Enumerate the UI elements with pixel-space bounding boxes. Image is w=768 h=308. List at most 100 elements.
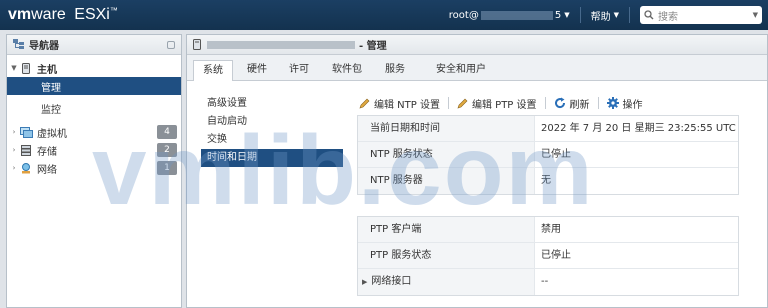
chevron-down-icon[interactable]: ▼ [753,11,758,19]
navigator-icon [13,39,24,49]
tab-license[interactable]: 许可 [281,60,317,81]
tab-system-label: 系统 [203,65,223,76]
help-menu[interactable]: 帮助 ▼ [591,8,619,23]
table-row: PTP 客户端 禁用 [358,217,738,243]
tab-hardware[interactable]: 硬件 [237,60,277,81]
table-row: 当前日期和时间 2022 年 7 月 20 日 星期三 23:25:55 UTC [358,116,738,142]
nav-vms-label: 虚拟机 [37,128,67,140]
navigator-header: 导航器 [7,35,181,55]
pencil-icon [457,98,468,108]
search-placeholder: 搜索 [658,11,678,23]
expand-caret-icon[interactable]: › [9,128,19,136]
host-name-redacted [207,40,355,49]
tab-security-users[interactable]: 安全和用户 [423,60,499,81]
nav-item-manage[interactable]: 管理 [7,77,181,95]
expand-caret-icon[interactable]: ▶ [362,278,367,286]
gear-icon [606,97,619,109]
divider [597,97,599,109]
nav-item-network[interactable]: › 网络 1 [7,159,181,177]
nav-item-monitor[interactable]: 监控 [7,99,181,117]
tab-bar: 系统 硬件 许可 软件包 服务 安全和用户 [187,55,767,81]
subnav-autostart[interactable]: 自动启动 [201,113,343,131]
row-value: 无 [534,168,738,194]
ntp-info-table: 当前日期和时间 2022 年 7 月 20 日 星期三 23:25:55 UTC … [357,115,739,195]
expand-caret-icon[interactable]: › [9,164,19,172]
chevron-down-icon: ▼ [613,11,619,19]
row-value: -- [534,269,738,295]
product-name: ESXi [74,6,110,23]
table-row: NTP 服务状态 已停止 [358,142,738,168]
page-title: - 管理 [359,41,387,52]
edit-ptp-label: 编辑 PTP 设置 [471,99,537,111]
nav-manage-label: 管理 [41,82,61,94]
subnav-swap[interactable]: 交换 [201,131,343,149]
row-key: NTP 服务器 [358,168,534,194]
nav-item-storage[interactable]: › 存储 2 [7,141,181,159]
toolbar: 编辑 NTP 设置 编辑 PTP 设置 刷新 操作 [359,95,643,111]
nav-host-label: 主机 [37,64,57,76]
tab-security-users-label: 安全和用户 [436,64,486,75]
nav-monitor-label: 监控 [41,104,61,116]
divider [544,97,546,109]
nav-item-vms[interactable]: › 虚拟机 4 [7,123,181,141]
row-value: 已停止 [534,142,738,167]
storage-icon [19,144,33,156]
pin-icon[interactable] [167,40,175,49]
storage-count-badge: 2 [157,143,177,157]
brand-ware-text: ware [31,6,66,23]
row-key: ▶ 网络接口 [358,269,534,295]
tab-services[interactable]: 服务 [377,60,413,81]
subnav-time-and-date[interactable]: 时间和日期 [201,149,343,167]
divider [629,7,630,23]
refresh-label: 刷新 [569,99,590,111]
user-menu[interactable]: root@ 5 ▼ [449,10,570,21]
subnav-advanced-settings[interactable]: 高级设置 [201,95,343,113]
edit-ptp-button[interactable]: 编辑 PTP 设置 [457,96,537,111]
row-key: 当前日期和时间 [358,116,534,141]
row-key-label: 网络接口 [371,276,412,287]
tab-packages[interactable]: 软件包 [323,60,371,81]
search-icon [644,10,654,20]
edit-ntp-button[interactable]: 编辑 NTP 设置 [359,96,440,111]
brand-vm-text: vm [8,6,32,23]
main-panel: - 管理 系统 硬件 许可 软件包 服务 安全和用户 高级设置 自动启动 交换 … [186,34,768,308]
help-label: 帮助 [590,11,611,23]
host-icon [193,39,201,50]
top-bar: vmware ESXi™ root@ 5 ▼ 帮助 ▼ 搜索 ▼ [0,0,768,30]
user-name-prefix: root@ [448,9,479,21]
tab-packages-label: 软件包 [332,64,362,75]
actions-label: 操作 [622,99,643,111]
refresh-icon [554,97,565,109]
vm-icon [19,126,33,138]
expand-caret-icon[interactable]: › [9,146,19,154]
pencil-icon [359,98,370,108]
row-key: NTP 服务状态 [358,142,534,167]
nav-storage-label: 存储 [37,146,57,158]
nav-item-host[interactable]: ▼ 主机 [7,59,181,77]
main-header: - 管理 [187,35,767,55]
expand-caret-icon[interactable]: ▼ [9,64,19,72]
table-row: NTP 服务器无 [358,168,738,194]
actions-button[interactable]: 操作 [606,96,643,111]
vmware-esxi-logo: vmware ESXi™ [8,6,118,23]
row-key: PTP 服务状态 [358,243,534,268]
ptp-info-table: PTP 客户端 禁用 PTP 服务状态 已停止 ▶ 网络接口 -- [357,216,739,296]
network-count-badge: 1 [157,161,177,175]
tab-system[interactable]: 系统 [193,60,233,81]
tab-license-label: 许可 [289,64,309,75]
edit-ntp-label: 编辑 NTP 设置 [374,99,440,111]
chevron-down-icon: ▼ [564,11,570,19]
search-input[interactable]: 搜索 ▼ [640,6,762,24]
settings-subnav: 高级设置 自动启动 交换 时间和日期 [201,95,343,167]
vm-count-badge: 4 [157,125,177,139]
refresh-button[interactable]: 刷新 [554,96,590,111]
table-row-expandable[interactable]: ▶ 网络接口 -- [358,269,738,295]
network-icon [19,162,33,174]
divider [579,7,581,23]
tab-hardware-label: 硬件 [247,64,267,75]
row-key: PTP 客户端 [358,217,534,242]
row-value: 已停止 [534,243,738,268]
tab-services-label: 服务 [385,64,405,75]
user-host-redacted [480,10,553,20]
navigator-panel: 导航器 ▼ 主机 管理 监控 › 虚拟机 4 › 存储 2 › 网络 1 [6,34,182,308]
